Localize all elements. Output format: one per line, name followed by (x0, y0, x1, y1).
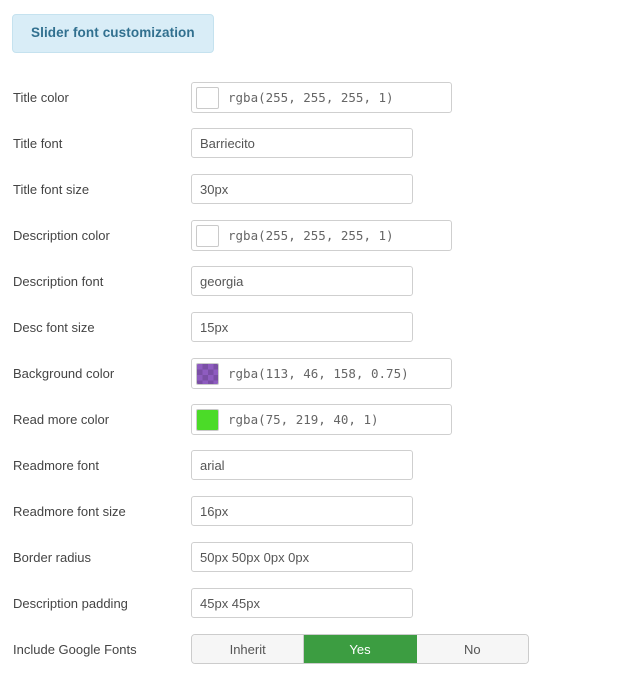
field-control (191, 450, 623, 480)
form-row: Readmore font (0, 450, 623, 496)
form-row: Description font (0, 266, 623, 312)
text-input[interactable] (191, 174, 413, 204)
color-value-text[interactable]: rgba(113, 46, 158, 0.75) (219, 366, 409, 381)
field-label: Include Google Fonts (13, 642, 137, 657)
button-group-option[interactable]: No (416, 635, 528, 663)
field-label: Title font size (13, 182, 90, 197)
color-value-text[interactable]: rgba(255, 255, 255, 1) (219, 90, 394, 105)
field-label: Title font (13, 136, 63, 151)
field-label: Background color (13, 366, 115, 381)
text-input[interactable] (191, 312, 413, 342)
color-swatch[interactable] (196, 224, 219, 247)
form-row: Read more color rgba(75, 219, 40, 1) (0, 404, 623, 450)
form-row: Description padding (0, 588, 623, 634)
tab-slider-font-customization[interactable]: Slider font customization (12, 14, 214, 53)
tab-bar: Slider font customization (0, 0, 623, 53)
field-control: rgba(255, 255, 255, 1) (191, 82, 623, 113)
form-row: Title font (0, 128, 623, 174)
text-input[interactable] (191, 542, 413, 572)
button-group-option[interactable]: Yes (304, 635, 417, 663)
form-row: Include Google Fonts Inherit Yes No (0, 634, 623, 680)
field-control (191, 266, 623, 296)
color-value-text[interactable]: rgba(75, 219, 40, 1) (219, 412, 379, 427)
field-control: rgba(75, 219, 40, 1) (191, 404, 623, 435)
field-control (191, 128, 623, 158)
text-input[interactable] (191, 266, 413, 296)
form-row: Readmore font size (0, 496, 623, 542)
text-input[interactable] (191, 128, 413, 158)
field-label: Border radius (13, 550, 92, 565)
field-control: rgba(113, 46, 158, 0.75) (191, 358, 623, 389)
field-control (191, 174, 623, 204)
color-picker-field[interactable]: rgba(255, 255, 255, 1) (191, 82, 452, 113)
field-control (191, 588, 623, 618)
field-label: Readmore font size (13, 504, 126, 519)
color-swatch[interactable] (196, 86, 219, 109)
field-label: Title color (13, 90, 69, 105)
button-group-option[interactable]: Inherit (192, 635, 305, 663)
settings-form: Title color rgba(255, 255, 255, 1) Title f… (0, 53, 623, 680)
field-label: Readmore font (13, 458, 99, 473)
field-control (191, 496, 623, 526)
form-row: Title color rgba(255, 255, 255, 1) (0, 82, 623, 128)
field-label: Description color (13, 228, 110, 243)
button-group-include-google-fonts: Inherit Yes No (191, 634, 529, 664)
tab-label: Slider font customization (31, 25, 195, 40)
field-label: Read more color (13, 412, 110, 427)
color-picker-field[interactable]: rgba(113, 46, 158, 0.75) (191, 358, 452, 389)
color-value-text[interactable]: rgba(255, 255, 255, 1) (219, 228, 394, 243)
form-row: Title font size (0, 174, 623, 220)
field-label: Description padding (13, 596, 128, 611)
color-picker-field[interactable]: rgba(75, 219, 40, 1) (191, 404, 452, 435)
field-label: Description font (13, 274, 104, 289)
color-swatch[interactable] (196, 362, 219, 385)
text-input[interactable] (191, 588, 413, 618)
text-input[interactable] (191, 496, 413, 526)
field-control (191, 312, 623, 342)
form-row: Border radius (0, 542, 623, 588)
form-row: Desc font size (0, 312, 623, 358)
form-row: Description color rgba(255, 255, 255, 1) (0, 220, 623, 266)
color-picker-field[interactable]: rgba(255, 255, 255, 1) (191, 220, 452, 251)
field-control (191, 542, 623, 572)
text-input[interactable] (191, 450, 413, 480)
field-control: Inherit Yes No (191, 634, 623, 664)
field-label: Desc font size (13, 320, 95, 335)
color-swatch[interactable] (196, 408, 219, 431)
form-row: Background color rgba(113, 46, 158, 0.75) (0, 358, 623, 404)
field-control: rgba(255, 255, 255, 1) (191, 220, 623, 251)
